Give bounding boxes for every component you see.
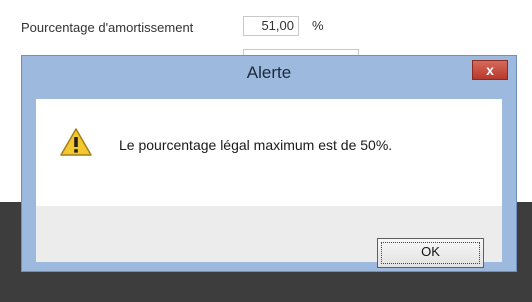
ok-button[interactable]: OK	[377, 238, 484, 268]
dialog-content: Le pourcentage légal maximum est de 50%.	[36, 99, 502, 206]
dialog-titlebar[interactable]: Alerte x	[22, 56, 516, 92]
dialog-footer: OK	[36, 206, 502, 268]
alert-message: Le pourcentage légal maximum est de 50%.	[119, 137, 393, 153]
close-icon: x	[486, 62, 494, 78]
warning-icon	[60, 128, 92, 156]
amortization-input[interactable]: 51,00	[243, 16, 299, 36]
amortization-label: Pourcentage d'amortissement	[21, 19, 194, 35]
amortization-unit: %	[312, 18, 324, 33]
amortization-row: Pourcentage d'amortissement	[21, 16, 193, 38]
close-button[interactable]: x	[472, 60, 508, 80]
dialog-title: Alerte	[246, 63, 292, 82]
alert-dialog: Alerte x Le pourcentage légal maximum es…	[21, 55, 517, 272]
